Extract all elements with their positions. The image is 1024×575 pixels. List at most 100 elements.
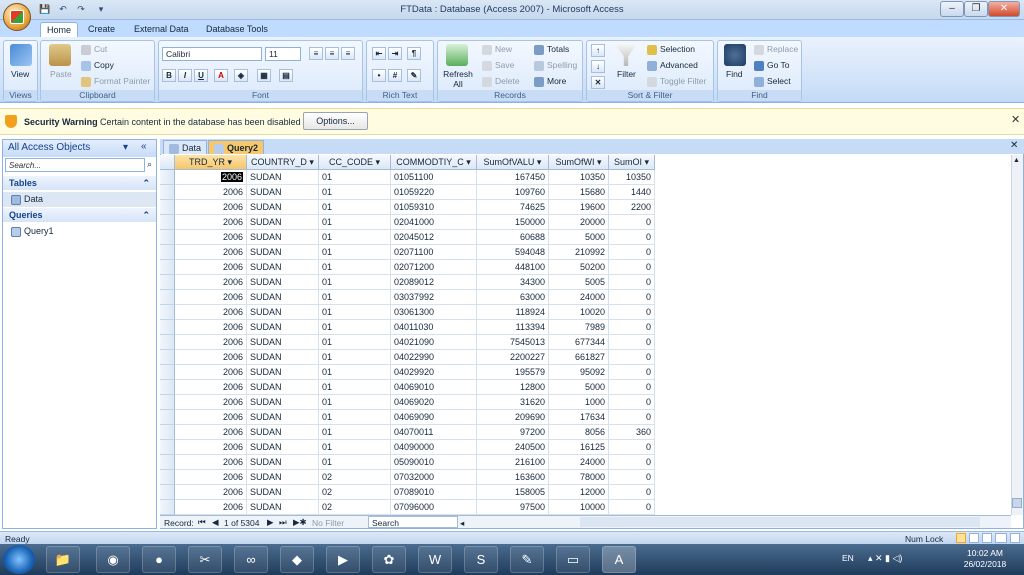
align-right-icon[interactable]: ≡ xyxy=(341,47,355,60)
table-cell[interactable]: 01 xyxy=(319,230,391,245)
table-row[interactable]: 2006 SUDAN 01 05090010 216100 24000 0 xyxy=(160,455,655,470)
font-size-combo[interactable]: 11 xyxy=(265,47,301,61)
table-cell[interactable]: 113394 xyxy=(477,320,549,335)
table-cell[interactable]: 7989 xyxy=(549,320,609,335)
table-cell[interactable]: 10020 xyxy=(549,305,609,320)
font-color-icon[interactable]: A xyxy=(214,69,228,82)
language-indicator[interactable]: EN xyxy=(842,553,854,563)
record-selector[interactable] xyxy=(160,365,175,380)
sort-ascending-icon[interactable]: ↑ xyxy=(591,44,605,57)
table-cell[interactable]: 01 xyxy=(319,275,391,290)
first-record-icon[interactable]: ⏮ xyxy=(198,517,206,528)
table-row[interactable]: 2006 SUDAN 01 04090000 240500 16125 0 xyxy=(160,440,655,455)
table-cell[interactable]: 0 xyxy=(609,335,655,350)
table-cell[interactable]: SUDAN xyxy=(247,290,319,305)
record-selector[interactable] xyxy=(160,260,175,275)
table-cell[interactable]: SUDAN xyxy=(247,200,319,215)
last-record-icon[interactable]: ⏭ xyxy=(279,517,287,528)
table-cell[interactable]: SUDAN xyxy=(247,470,319,485)
view-button[interactable]: View xyxy=(11,69,29,79)
table-cell[interactable]: 01 xyxy=(319,245,391,260)
record-selector[interactable] xyxy=(160,350,175,365)
cut-button[interactable]: Cut xyxy=(81,44,107,55)
notes-icon[interactable]: ▭ xyxy=(556,546,590,573)
dropdown-arrow-icon[interactable]: ▾ xyxy=(645,157,650,167)
table-cell[interactable]: 04090000 xyxy=(391,440,477,455)
table-cell[interactable]: 1440 xyxy=(609,185,655,200)
table-cell[interactable]: 02071200 xyxy=(391,260,477,275)
table-cell[interactable]: 2006 xyxy=(175,380,247,395)
new-record-button[interactable]: New xyxy=(482,44,512,55)
column-header[interactable]: COMMODTIY_C ▾ xyxy=(391,155,477,170)
table-cell[interactable]: 02 xyxy=(319,470,391,485)
table-cell[interactable]: SUDAN xyxy=(247,380,319,395)
start-button[interactable] xyxy=(3,545,35,574)
table-cell[interactable]: 2006 xyxy=(175,395,247,410)
table-cell[interactable]: 01 xyxy=(319,395,391,410)
gridlines-icon[interactable]: ▦ xyxy=(257,69,271,82)
table-row[interactable]: 2006 SUDAN 01 01059310 74625 19600 2200 xyxy=(160,200,655,215)
design-view-icon[interactable] xyxy=(1010,533,1020,543)
table-cell[interactable]: 17634 xyxy=(549,410,609,425)
bold-button[interactable]: B xyxy=(162,69,176,82)
table-cell[interactable]: 01 xyxy=(319,200,391,215)
visual-studio-icon[interactable]: ◆ xyxy=(280,546,314,573)
increase-indent-icon[interactable]: ⇥ xyxy=(388,47,402,60)
record-selector[interactable] xyxy=(160,500,175,515)
table-cell[interactable]: 07032000 xyxy=(391,470,477,485)
new-record-icon[interactable]: ▶✱ xyxy=(293,517,307,528)
word-icon[interactable]: W xyxy=(418,546,452,573)
table-cell[interactable]: 31620 xyxy=(477,395,549,410)
table-cell[interactable]: 0 xyxy=(609,260,655,275)
table-cell[interactable]: 677344 xyxy=(549,335,609,350)
table-cell[interactable]: 03061300 xyxy=(391,305,477,320)
table-cell[interactable]: 0 xyxy=(609,485,655,500)
tab-home[interactable]: Home xyxy=(40,22,79,37)
table-cell[interactable]: 2006 xyxy=(175,365,247,380)
table-cell[interactable]: 0 xyxy=(609,455,655,470)
table-cell[interactable]: 01059310 xyxy=(391,200,477,215)
table-cell[interactable]: 02041000 xyxy=(391,215,477,230)
paste-button[interactable]: Paste xyxy=(50,69,72,79)
table-cell[interactable]: 01 xyxy=(319,290,391,305)
table-cell[interactable]: 01 xyxy=(319,185,391,200)
table-cell[interactable]: 240500 xyxy=(477,440,549,455)
totals-button[interactable]: Totals xyxy=(534,44,569,55)
table-row[interactable]: 2006 SUDAN 01 04069010 12800 5000 0 xyxy=(160,380,655,395)
table-cell[interactable]: SUDAN xyxy=(247,320,319,335)
table-cell[interactable]: 2006 xyxy=(175,290,247,305)
chevron-down-icon[interactable]: ▾ xyxy=(123,142,128,153)
record-selector[interactable] xyxy=(160,230,175,245)
advanced-button[interactable]: Advanced xyxy=(647,60,698,71)
tab-create[interactable]: Create xyxy=(82,22,121,37)
table-cell[interactable]: 167450 xyxy=(477,170,549,185)
table-cell[interactable]: 04069010 xyxy=(391,380,477,395)
record-selector[interactable] xyxy=(160,485,175,500)
record-selector[interactable] xyxy=(160,410,175,425)
table-cell[interactable]: 195579 xyxy=(477,365,549,380)
close-button[interactable]: ✕ xyxy=(988,1,1020,17)
table-cell[interactable]: 24000 xyxy=(549,455,609,470)
table-cell[interactable]: SUDAN xyxy=(247,425,319,440)
more-button[interactable]: More xyxy=(534,76,566,87)
table-row[interactable]: 2006 SUDAN 01 04029920 195579 95092 0 xyxy=(160,365,655,380)
sort-descending-icon[interactable]: ↓ xyxy=(591,60,605,73)
select-all-cell[interactable] xyxy=(160,155,175,170)
table-cell[interactable]: 02071100 xyxy=(391,245,477,260)
table-cell[interactable]: 158005 xyxy=(477,485,549,500)
table-cell[interactable]: 74625 xyxy=(477,200,549,215)
chrome-icon[interactable]: ◉ xyxy=(96,546,130,573)
table-row[interactable]: 2006 SUDAN 01 01059220 109760 15680 1440 xyxy=(160,185,655,200)
table-cell[interactable]: 04021090 xyxy=(391,335,477,350)
record-selector[interactable] xyxy=(160,200,175,215)
table-cell[interactable]: 2006 xyxy=(175,230,247,245)
table-cell[interactable]: 01 xyxy=(319,350,391,365)
table-cell[interactable]: 594048 xyxy=(477,245,549,260)
sql-view-icon[interactable] xyxy=(995,533,1007,543)
doc-tab-query2[interactable]: Query2 xyxy=(208,140,265,154)
nav-item-data[interactable]: Data xyxy=(3,192,156,207)
record-selector[interactable] xyxy=(160,320,175,335)
table-cell[interactable]: 7545013 xyxy=(477,335,549,350)
snipping-tool-icon[interactable]: ✂ xyxy=(188,546,222,573)
table-row[interactable]: 2006 SUDAN 01 03061300 118924 10020 0 xyxy=(160,305,655,320)
